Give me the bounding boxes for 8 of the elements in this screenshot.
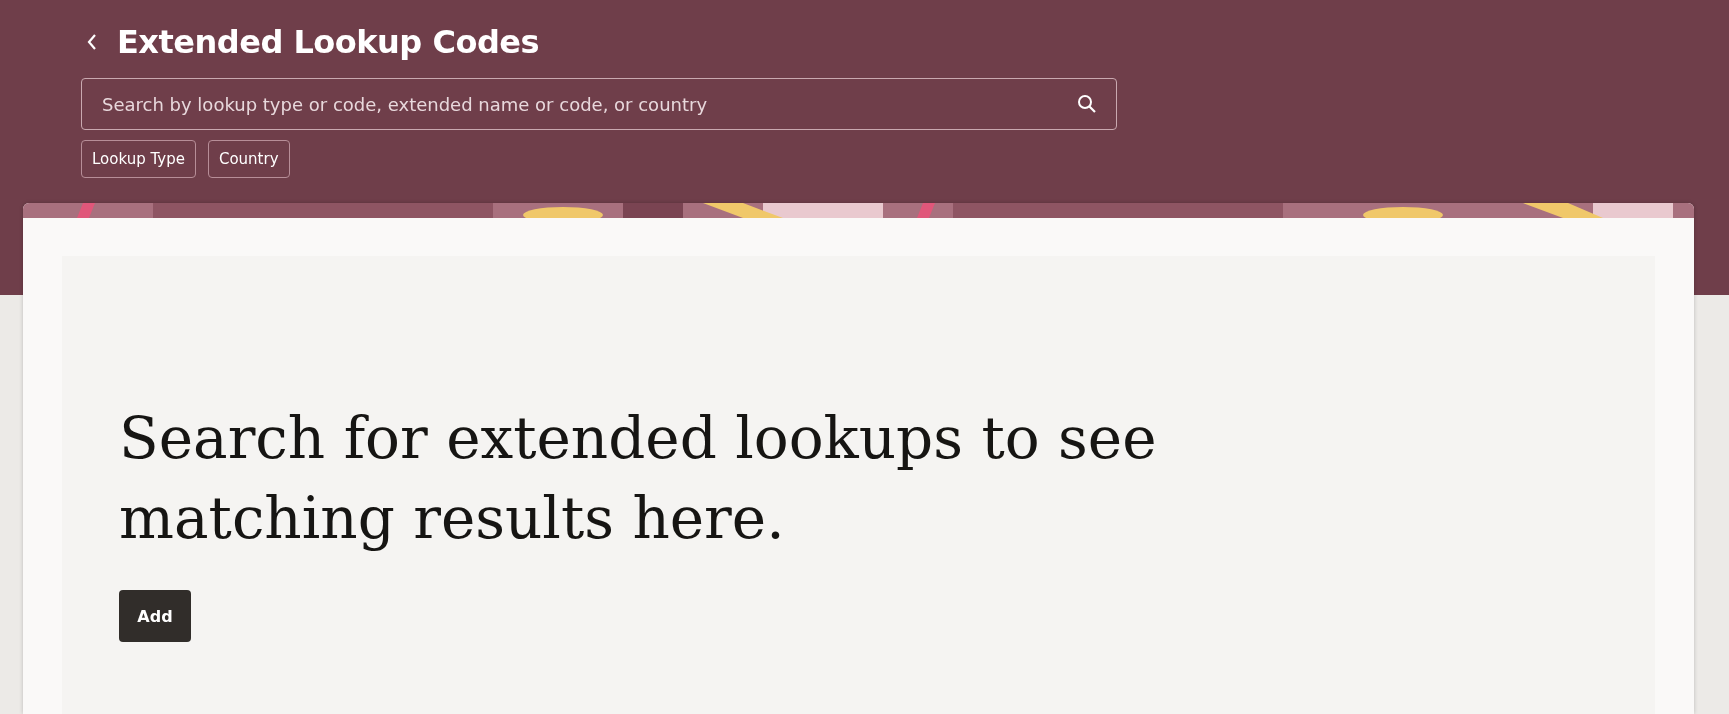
search-field[interactable]: Search by lookup type or code, extended name or code, or country	[81, 78, 1117, 130]
page-title: Extended Lookup Codes	[117, 23, 540, 61]
filter-chip[interactable]: Lookup Type	[81, 140, 196, 178]
add-button[interactable]: Add	[119, 590, 191, 642]
filter-chip[interactable]: Country	[207, 140, 290, 178]
empty-state-message: Search for extended lookups to see matching results here.	[119, 403, 1158, 554]
search-icon	[1077, 94, 1097, 114]
back-icon	[87, 33, 97, 51]
